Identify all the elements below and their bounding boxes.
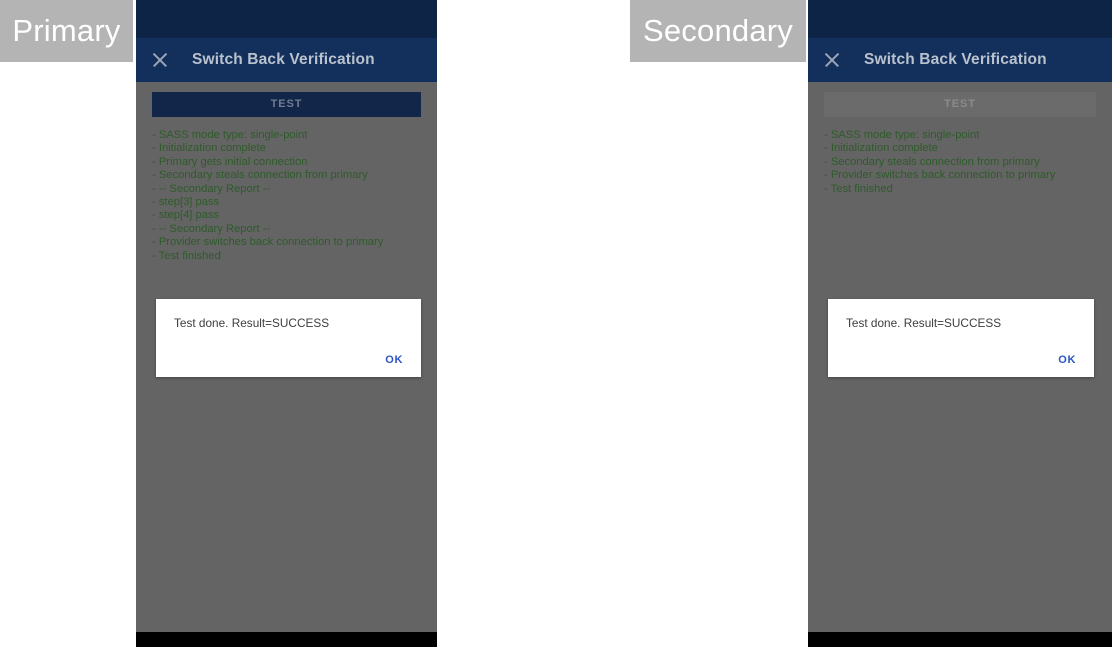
status-bar [808, 0, 1112, 38]
log-line: - Test finished [824, 182, 893, 195]
panel-content: TEST - SASS mode type: single-point - Ini… [808, 82, 1112, 647]
navigation-bar [808, 632, 1112, 647]
app-bar: Switch Back Verification [808, 38, 1112, 82]
phone-screen-secondary: Switch Back Verification TEST - SASS mod… [808, 0, 1112, 647]
status-bar [136, 0, 437, 38]
log-line: - step[4] pass [152, 209, 220, 222]
test-button: TEST [824, 92, 1096, 117]
dialog-ok-button[interactable]: OK [1054, 352, 1080, 368]
log-output: - SASS mode type: single-point - Initiali… [152, 129, 421, 263]
log-line: - Provider switches back connection to p… [152, 236, 384, 249]
panel-content: TEST - SASS mode type: single-point - Ini… [136, 82, 437, 647]
navigation-bar [136, 632, 437, 647]
dialog-actions: OK [381, 350, 407, 368]
result-dialog: Test done. Result=SUCCESS OK [828, 299, 1094, 377]
app-bar-title: Switch Back Verification [192, 51, 375, 68]
app-bar-title: Switch Back Verification [864, 51, 1047, 68]
log-line: - SASS mode type: single-point [824, 129, 980, 141]
screenshot-canvas: Primary Secondary Switch Back Verificati… [0, 0, 1112, 647]
log-line: - step[3] pass [152, 196, 220, 209]
log-line: - Test finished [152, 249, 221, 262]
log-output: - SASS mode type: single-point - Initiali… [824, 129, 1096, 196]
log-line: - Secondary steals connection from prima… [824, 155, 1040, 168]
dialog-message: Test done. Result=SUCCESS [174, 316, 330, 330]
log-line: - Secondary steals connection from prima… [152, 169, 368, 182]
app-bar: Switch Back Verification [136, 38, 437, 82]
dialog-message: Test done. Result=SUCCESS [846, 316, 1002, 330]
log-line: - Initialization complete [152, 142, 266, 155]
test-button[interactable]: TEST [152, 92, 421, 117]
log-line: - Primary gets initial connection [152, 155, 308, 168]
log-line: - Initialization complete [824, 142, 938, 155]
log-line: - -- Secondary Report -- [152, 222, 271, 235]
log-line: - Provider switches back connection to p… [824, 169, 1056, 182]
close-icon[interactable] [150, 50, 170, 70]
log-line: - SASS mode type: single-point [152, 129, 308, 141]
dialog-actions: OK [1054, 350, 1080, 368]
log-line: - -- Secondary Report -- [152, 182, 271, 195]
phone-screen-primary: Switch Back Verification TEST - SASS mod… [136, 0, 437, 647]
role-label-secondary: Secondary [630, 0, 806, 62]
close-icon[interactable] [822, 50, 842, 70]
dialog-ok-button[interactable]: OK [381, 352, 407, 368]
result-dialog: Test done. Result=SUCCESS OK [156, 299, 421, 377]
role-label-primary: Primary [0, 0, 133, 62]
